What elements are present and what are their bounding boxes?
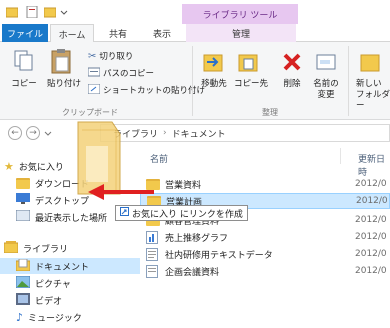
file-name: 社内研修用テキストデータ [165, 250, 273, 261]
tab-manage[interactable]: 管理 [186, 24, 296, 42]
copy-button[interactable]: コピー [6, 79, 42, 90]
new-folder-button[interactable]: 新しい フォルダー [352, 79, 390, 112]
music-note-icon: ♪ [16, 310, 24, 324]
column-header-date[interactable]: 更新日時 [358, 152, 390, 178]
file-name: 企画会議資料 [165, 267, 220, 278]
pictures-icon [15, 275, 31, 291]
nav-libraries-label: ライブラリ [23, 244, 69, 255]
nav-videos-label: ビデオ [35, 296, 63, 307]
tab-file[interactable]: ファイル [2, 24, 48, 42]
move-to-icon [203, 50, 225, 77]
copy-icon [14, 50, 34, 75]
paste-shortcut-button[interactable]: ショートカットの貼り付け [87, 83, 206, 97]
drag-tooltip: お気に入り にリンクを作成 [115, 205, 248, 221]
tab-share[interactable]: 共有 [96, 24, 140, 42]
nav-music-label: ミュージック [28, 313, 82, 324]
videos-icon [16, 292, 30, 308]
list-item[interactable]: 社内研修用テキストデータ 2012/0 [140, 246, 390, 262]
group-label-clipboard: クリップボード [62, 108, 118, 117]
library-icon [3, 240, 19, 256]
star-icon: ★ [4, 159, 14, 173]
rename-label-line1: 名前の [313, 79, 339, 89]
text-file-icon [146, 248, 160, 261]
contextual-tab-library-tools: ライブラリ ツール [182, 4, 298, 24]
nav-recent-label: 最近表示した場所 [35, 213, 108, 224]
move-to-button[interactable]: 移動先 [198, 79, 230, 90]
crumb-separator-icon: › [163, 128, 167, 138]
recent-places-icon [15, 209, 31, 224]
list-item[interactable]: 営業資料 2012/0 [140, 176, 390, 192]
nav-favorites-label: お気に入り [18, 162, 64, 173]
new-folder-icon [360, 50, 382, 77]
nav-music[interactable]: ♪ ミュージック [0, 309, 140, 325]
file-date: 2012/0 [355, 266, 387, 276]
nav-pictures-label: ピクチャ [35, 279, 71, 290]
new-folder-label-line1: 新しい [356, 79, 382, 89]
delete-icon [282, 52, 302, 75]
paste-button[interactable]: 貼り付け [44, 79, 84, 90]
list-item[interactable]: 企画会議資料 2012/0 [140, 263, 390, 279]
delete-button[interactable]: 削除 [278, 79, 306, 90]
nav-libraries[interactable]: ライブラリ [0, 240, 140, 256]
nav-documents[interactable]: ドキュメント [0, 258, 140, 274]
column-header-name[interactable]: 名前 [150, 152, 168, 165]
tab-view[interactable]: 表示 [142, 24, 182, 42]
dropdown-icon[interactable] [60, 6, 68, 18]
crumb-documents[interactable]: ドキュメント [172, 127, 226, 140]
documents-library-icon [15, 258, 31, 274]
image-file-icon [146, 231, 160, 244]
drag-tooltip-text: お気に入り にリンクを作成 [132, 209, 243, 220]
copy-to-button[interactable]: コピー先 [232, 79, 270, 90]
desktop-icon [16, 193, 30, 207]
cut-button[interactable]: ✂ 切り取り [88, 49, 133, 63]
copy-to-icon [238, 50, 260, 77]
drag-arrow-icon [84, 182, 156, 205]
recent-locations-icon[interactable] [44, 130, 52, 140]
shortcut-link-icon [120, 207, 129, 219]
forward-arrow-icon: → [29, 128, 37, 138]
forward-button[interactable]: → [26, 126, 40, 140]
new-folder-label-line2: フォルダー [356, 90, 390, 111]
rename-icon [316, 52, 336, 75]
rename-button[interactable]: 名前の 変更 [310, 79, 342, 101]
copy-path-button[interactable]: パスのコピー [87, 66, 155, 80]
copy-path-label: パスのコピー [103, 69, 155, 79]
paste-icon [50, 48, 74, 79]
new-folder-quick-icon[interactable] [43, 6, 57, 18]
properties-icon[interactable] [26, 5, 38, 19]
group-label-organize: 整理 [262, 108, 278, 117]
ribbon-separator [192, 46, 193, 116]
explorer-icon[interactable] [5, 6, 19, 18]
nav-documents-label: ドキュメント [35, 262, 90, 273]
downloads-folder-icon [16, 177, 30, 189]
column-divider [340, 148, 341, 164]
paste-shortcut-label: ショートカットの貼り付け [103, 86, 206, 96]
list-item[interactable]: 売上推移グラフ 2012/0 [140, 229, 390, 245]
file-date: 2012/0 [355, 179, 387, 189]
address-bar[interactable]: ライブラリ › ドキュメント [100, 124, 390, 142]
file-date: 2012/0 [355, 215, 387, 225]
back-button[interactable]: ← [8, 126, 22, 140]
file-date: 2012/0 [356, 196, 388, 206]
back-arrow-icon: ← [11, 128, 19, 138]
scissors-icon: ✂ [88, 50, 97, 62]
nav-pictures[interactable]: ピクチャ [0, 275, 140, 291]
tab-home[interactable]: ホーム [50, 24, 94, 43]
ribbon-separator-2 [348, 46, 349, 116]
file-date: 2012/0 [355, 232, 387, 242]
nav-videos[interactable]: ビデオ [0, 292, 140, 308]
rename-label-line2: 変更 [317, 90, 335, 100]
shortcut-icon [87, 83, 101, 97]
cut-label: 切り取り [99, 52, 134, 62]
document-file-icon [146, 265, 160, 278]
file-date: 2012/0 [355, 249, 387, 259]
file-name: 営業資料 [165, 180, 202, 191]
path-icon [87, 67, 101, 80]
file-name: 売上推移グラフ [165, 233, 229, 244]
